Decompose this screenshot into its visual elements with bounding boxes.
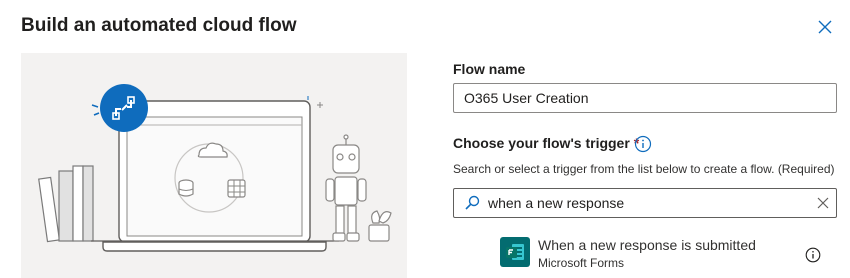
search-icon <box>465 195 480 210</box>
plant-illustration <box>368 210 392 242</box>
trigger-label: Choose your flow's trigger * <box>453 135 639 151</box>
flow-illustration <box>21 53 407 278</box>
trigger-option-connector: Microsoft Forms <box>538 256 625 270</box>
info-icon[interactable] <box>634 135 652 153</box>
trigger-option[interactable]: When a new response is submitted Microso… <box>497 232 837 276</box>
illustration-graphic <box>38 84 392 252</box>
trigger-search-input[interactable] <box>488 189 798 217</box>
dialog-title: Build an automated cloud flow <box>21 15 297 36</box>
info-icon[interactable] <box>805 247 821 263</box>
flow-badge-icon <box>91 84 148 132</box>
spreadsheet-icon <box>227 179 246 198</box>
clear-icon[interactable] <box>816 196 830 210</box>
trigger-hint: Search or select a trigger from the list… <box>453 162 835 176</box>
database-icon <box>178 179 194 197</box>
flow-name-label: Flow name <box>453 61 526 77</box>
trigger-label-text: Choose your flow's trigger <box>453 135 630 151</box>
microsoft-forms-icon <box>500 237 530 267</box>
books-illustration <box>38 165 94 243</box>
trigger-search-box[interactable] <box>453 188 837 218</box>
flow-form: Flow name Choose your flow's trigger * S… <box>453 0 843 278</box>
flow-name-input[interactable] <box>453 83 837 113</box>
trigger-info-button[interactable] <box>634 135 652 153</box>
trigger-option-title: When a new response is submitted <box>538 237 756 253</box>
robot-illustration <box>325 134 367 242</box>
